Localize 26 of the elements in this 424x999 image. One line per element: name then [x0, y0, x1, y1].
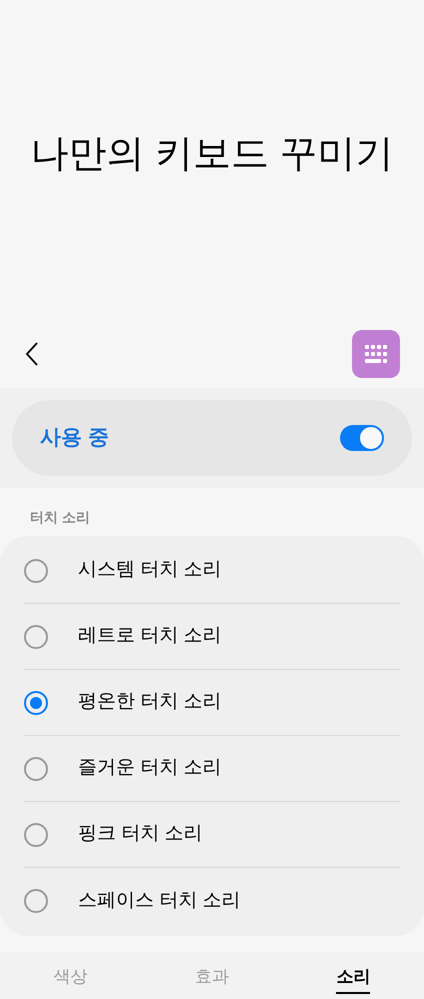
sound-option[interactable]: 평온한 터치 소리	[24, 670, 400, 736]
page-title: 나만의 키보드 꾸미기	[30, 132, 394, 176]
keyboard-icon[interactable]	[352, 330, 400, 378]
radio-button[interactable]	[24, 889, 48, 913]
sound-option[interactable]: 핑크 터치 소리	[24, 802, 400, 868]
radio-button[interactable]	[24, 756, 48, 780]
bottom-tab[interactable]: 소리	[336, 964, 370, 994]
option-label: 평온한 터치 소리	[78, 690, 222, 714]
option-label: 즐거운 터치 소리	[78, 756, 222, 780]
master-switch-card[interactable]: 사용 중	[12, 400, 412, 476]
section-header: 터치 소리	[30, 509, 90, 525]
toggle-switch[interactable]	[340, 425, 384, 451]
radio-button[interactable]	[24, 624, 48, 648]
option-label: 핑크 터치 소리	[78, 822, 203, 846]
option-label: 시스템 터치 소리	[78, 558, 222, 582]
sound-option[interactable]: 레트로 터치 소리	[24, 604, 400, 670]
radio-button[interactable]	[24, 690, 48, 714]
option-label: 레트로 터치 소리	[78, 624, 222, 648]
sound-option[interactable]: 즐거운 터치 소리	[24, 736, 400, 802]
radio-button[interactable]	[24, 558, 48, 582]
option-label: 스페이스 터치 소리	[78, 888, 241, 913]
sound-option[interactable]: 시스템 터치 소리	[24, 538, 400, 604]
master-switch-label: 사용 중	[40, 425, 109, 452]
back-icon[interactable]	[24, 341, 40, 367]
sound-option[interactable]: 스페이스 터치 소리	[24, 868, 400, 934]
radio-button[interactable]	[24, 822, 48, 846]
